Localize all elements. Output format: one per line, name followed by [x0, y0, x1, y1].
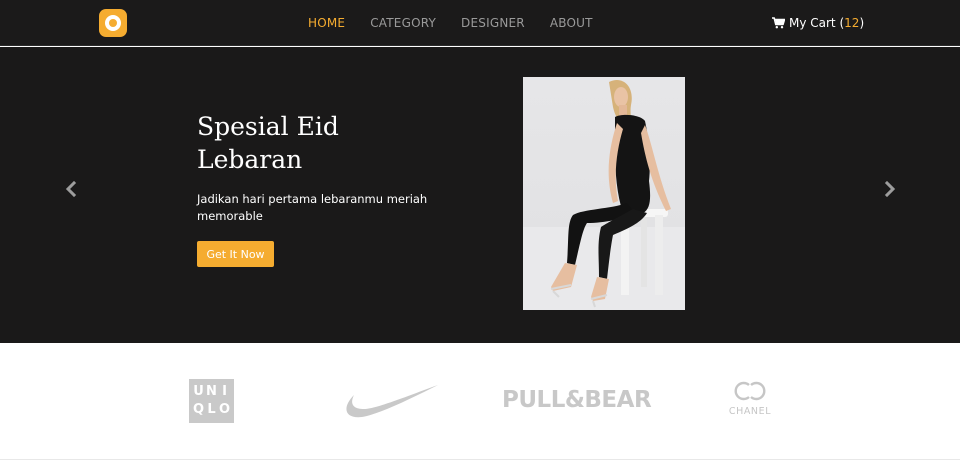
chanel-cc-icon — [734, 381, 766, 401]
uniqlo-letter: I — [222, 384, 227, 399]
navbar: HOME CATEGORY DESIGNER ABOUT My Cart (12… — [0, 0, 960, 46]
chanel-wordmark: CHANEL — [728, 406, 772, 417]
cart-link[interactable]: My Cart (12) — [772, 15, 864, 31]
uniqlo-logo[interactable]: U N I Q L O — [189, 379, 234, 423]
hero-product-image — [523, 77, 685, 310]
carousel-next-button[interactable] — [883, 180, 897, 198]
cart-label: My Cart — [789, 16, 836, 30]
nav-designer[interactable]: DESIGNER — [461, 15, 525, 31]
nav-home[interactable]: HOME — [308, 15, 345, 31]
pull-and-bear-logo[interactable]: PULL&BEAR — [502, 386, 652, 414]
cart-paren-close: ) — [859, 16, 865, 30]
cart-count: 12 — [844, 16, 860, 30]
get-it-now-button[interactable]: Get It Now — [197, 241, 274, 267]
shopping-cart-icon — [772, 17, 785, 29]
nike-swoosh-icon — [346, 385, 438, 418]
nav-about[interactable]: ABOUT — [550, 15, 593, 31]
uniqlo-letter: O — [218, 402, 231, 417]
carousel-prev-button[interactable] — [64, 180, 78, 198]
chevron-left-icon — [65, 180, 77, 198]
main-nav: HOME CATEGORY DESIGNER ABOUT — [308, 15, 618, 31]
logo-dot — [109, 19, 117, 27]
uniqlo-letter: L — [207, 402, 216, 417]
model-illustration — [523, 79, 685, 310]
hero-carousel: Spesial Eid Lebaran Jadikan hari pertama… — [0, 47, 960, 343]
hero-title: Spesial Eid Lebaran — [197, 112, 339, 174]
nav-category[interactable]: CATEGORY — [370, 15, 436, 31]
chevron-right-icon — [884, 180, 896, 198]
nike-logo[interactable] — [340, 381, 440, 425]
hero-subtitle: Jadikan hari pertama lebaranmu meriah me… — [197, 192, 428, 223]
chanel-logo[interactable]: CHANEL — [722, 381, 778, 417]
site-logo[interactable] — [99, 9, 127, 37]
uniqlo-letter: U — [193, 384, 204, 399]
brand-logos-strip: U N I Q L O PULL&BEAR CHANEL — [0, 343, 960, 460]
uniqlo-letter: Q — [192, 402, 205, 417]
uniqlo-letter: N — [206, 384, 217, 399]
